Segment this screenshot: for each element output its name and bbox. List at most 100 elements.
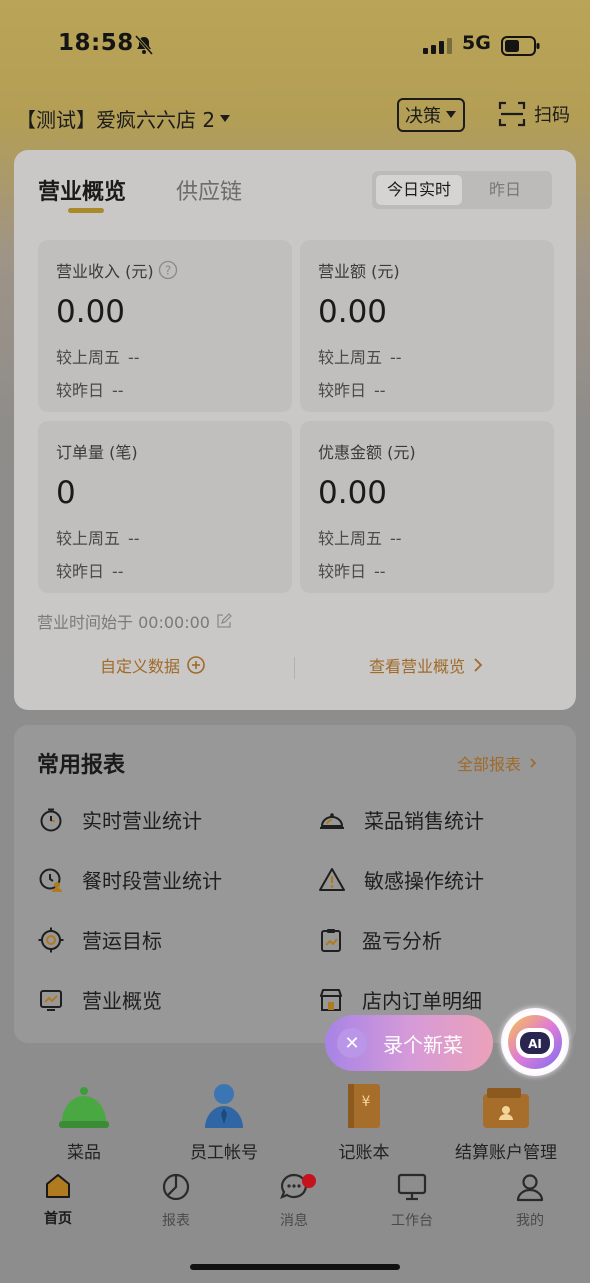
tab-label: 首页 (44, 1211, 72, 1227)
overview-actions: 自定义数据 查看营业概览 (14, 653, 576, 683)
clipboard-chart-icon (321, 928, 341, 952)
dish-cover-icon (320, 812, 344, 829)
dish-cover-icon (59, 1087, 109, 1128)
scan-label: 扫码 (534, 105, 570, 126)
compare-label: 较上周五 (318, 529, 383, 548)
monitor-icon (397, 1173, 427, 1201)
metric-value: 0.00 (56, 294, 126, 330)
compare-label: 较上周五 (56, 348, 121, 367)
report-store-orders[interactable]: 店内订单明细 (318, 985, 482, 1014)
svg-text:AI: AI (528, 1037, 542, 1051)
report-label: 盈亏分析 (362, 929, 442, 953)
report-mealtime-stats[interactable]: 餐时段营业统计 (38, 865, 222, 894)
report-label: 营业概览 (82, 989, 162, 1013)
view-overview-link[interactable]: 查看营业概览 (369, 653, 483, 677)
period-today-realtime[interactable]: 今日实时 (376, 175, 462, 205)
metric-value: 0.00 (318, 475, 388, 511)
quick-settlement-accounts[interactable]: 结算账户管理 (436, 1080, 576, 1163)
add-circle-icon (187, 656, 205, 674)
tab-business-overview[interactable]: 营业概览 (38, 174, 126, 213)
metric-title: 营业额 (元) (318, 262, 400, 281)
home-indicator (190, 1264, 400, 1270)
ai-robot-icon: AI (508, 1015, 562, 1069)
all-reports-link[interactable]: 全部报表 (457, 751, 537, 775)
compare-value: -- (374, 381, 386, 400)
compare-value: -- (112, 381, 124, 400)
custom-data-label: 自定义数据 (100, 657, 181, 676)
store-selector[interactable]: 【测试】爱疯六六店 2 (16, 104, 231, 133)
report-business-overview[interactable]: 营业概览 (38, 985, 162, 1014)
chevron-right-icon (474, 658, 483, 672)
report-label: 菜品销售统计 (364, 809, 484, 833)
ai-assistant-button[interactable]: AI (501, 1008, 569, 1076)
period-yesterday[interactable]: 昨日 (470, 175, 540, 205)
caret-down-icon (220, 114, 231, 122)
report-sensitive-ops[interactable]: 敏感操作统计 (318, 865, 484, 894)
edit-icon[interactable] (216, 613, 232, 629)
warning-icon (319, 867, 345, 891)
tab-messages[interactable]: 消息 (249, 1172, 339, 1230)
report-label: 店内订单明细 (362, 989, 482, 1013)
metric-orders[interactable]: 订单量 (笔) 0 较上周五 -- 较昨日 -- (38, 421, 292, 593)
report-label: 餐时段营业统计 (82, 869, 222, 893)
caret-down-icon (446, 111, 456, 118)
status-bar: 18:58 5G (0, 30, 590, 64)
compare-value: -- (112, 562, 124, 581)
compare-label: 较昨日 (318, 381, 367, 400)
compare-label: 较昨日 (56, 562, 105, 581)
record-new-dish-label: 录个新菜 (383, 1032, 463, 1057)
svg-text:?: ? (164, 264, 170, 278)
metric-turnover[interactable]: 营业额 (元) 0.00 较上周五 -- 较昨日 -- (300, 240, 554, 412)
quick-ledger[interactable]: ¥ 记账本 (294, 1080, 434, 1163)
all-reports-label: 全部报表 (457, 755, 522, 774)
record-new-dish-button[interactable]: ✕ 录个新菜 (325, 1015, 493, 1071)
signal-icon (423, 38, 452, 54)
tab-home[interactable]: 首页 (13, 1172, 103, 1228)
tab-reports[interactable]: 报表 (131, 1172, 221, 1230)
user-icon (516, 1174, 544, 1202)
compare-value: -- (390, 529, 402, 548)
person-icon (205, 1084, 243, 1128)
wallet-icon (483, 1088, 529, 1128)
metric-value: 0 (56, 475, 76, 511)
status-time: 18:58 (58, 30, 134, 56)
report-operation-target[interactable]: 营运目标 (38, 925, 162, 954)
mute-bell-icon (134, 35, 154, 55)
scan-icon (498, 101, 526, 127)
battery-icon (501, 36, 540, 56)
report-dish-sales[interactable]: 菜品销售统计 (318, 805, 484, 834)
tab-supply-chain[interactable]: 供应链 (176, 174, 242, 206)
quick-staff-accounts[interactable]: 员工帐号 (154, 1080, 294, 1163)
custom-data-button[interactable]: 自定义数据 (100, 653, 206, 677)
divider (294, 657, 295, 679)
scan-button[interactable]: 扫码 (498, 100, 570, 128)
metric-discount[interactable]: 优惠金额 (元) 0.00 较上周五 -- 较昨日 -- (300, 421, 554, 593)
compare-value: -- (128, 529, 140, 548)
network-type: 5G (462, 32, 491, 54)
close-icon[interactable]: ✕ (337, 1028, 367, 1058)
metric-title: 营业收入 (元) (56, 262, 154, 281)
ledger-icon: ¥ (348, 1084, 380, 1128)
metric-revenue[interactable]: 营业收入 (元) ? 0.00 较上周五 -- 较昨日 -- (38, 240, 292, 412)
store-name: 【测试】爱疯六六店 2 (16, 108, 216, 132)
tab-label: 消息 (280, 1213, 308, 1229)
tab-profile[interactable]: 我的 (485, 1172, 575, 1230)
help-icon[interactable]: ? (158, 260, 178, 280)
tab-label: 我的 (516, 1213, 544, 1229)
compare-label: 较上周五 (318, 348, 383, 367)
svg-text:¥: ¥ (362, 1094, 371, 1110)
report-realtime-stats[interactable]: 实时营业统计 (38, 805, 202, 834)
home-icon (46, 1174, 70, 1198)
reports-title: 常用报表 (37, 753, 126, 778)
report-profit-loss[interactable]: 盈亏分析 (318, 925, 442, 954)
business-start-time: 营业时间始于 00:00:00 (37, 609, 232, 633)
tab-label: 工作台 (391, 1213, 433, 1229)
tab-workbench[interactable]: 工作台 (367, 1172, 457, 1230)
metric-title: 优惠金额 (元) (318, 443, 416, 462)
overview-tabs: 营业概览 供应链 (38, 174, 242, 213)
report-label: 敏感操作统计 (364, 869, 484, 893)
decision-dropdown[interactable]: 决策 (397, 98, 465, 132)
compare-label: 较昨日 (56, 381, 105, 400)
compare-label: 较昨日 (318, 562, 367, 581)
quick-dishes[interactable]: 菜品 (14, 1080, 154, 1163)
